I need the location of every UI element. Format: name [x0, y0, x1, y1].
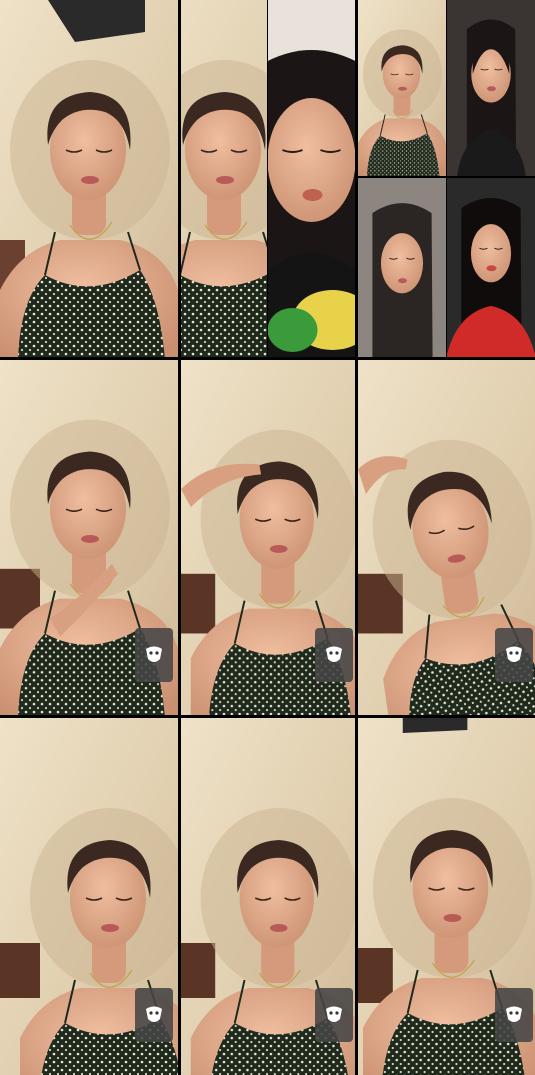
tile-image-3c	[358, 178, 446, 357]
video-tile-1[interactable]	[0, 0, 178, 357]
video-tile-9[interactable]	[358, 718, 535, 1075]
video-tile-7[interactable]	[0, 718, 178, 1075]
tile-image-3b	[447, 0, 535, 176]
video-tile-4[interactable]	[0, 360, 178, 715]
video-tile-3[interactable]	[358, 0, 535, 357]
video-tile-6[interactable]	[358, 360, 535, 715]
tile-image-3d	[447, 178, 535, 357]
effects-mask-icon	[506, 646, 522, 662]
tile-image-2a	[181, 0, 267, 357]
quad-bottom-right	[447, 178, 535, 357]
split-right	[268, 0, 355, 357]
tile-image-3a	[358, 0, 446, 176]
filter-button[interactable]	[135, 988, 173, 1042]
effects-mask-icon	[146, 1006, 162, 1022]
filter-button[interactable]	[495, 628, 533, 682]
filter-button[interactable]	[495, 988, 533, 1042]
filter-button[interactable]	[315, 628, 353, 682]
filter-button[interactable]	[135, 628, 173, 682]
effects-mask-icon	[326, 1006, 342, 1022]
split-left	[181, 0, 267, 357]
tile-image-2b	[268, 0, 355, 357]
filter-button[interactable]	[315, 988, 353, 1042]
quad-bottom-left	[358, 178, 446, 357]
video-tile-8[interactable]	[181, 718, 355, 1075]
video-grid	[0, 0, 535, 1075]
effects-mask-icon	[326, 646, 342, 662]
video-tile-2[interactable]	[181, 0, 355, 357]
effects-mask-icon	[506, 1006, 522, 1022]
quad-top-right	[447, 0, 535, 176]
tile-image-1	[0, 0, 178, 357]
quad-top-left	[358, 0, 446, 176]
video-tile-5[interactable]	[181, 360, 355, 715]
effects-mask-icon	[146, 646, 162, 662]
